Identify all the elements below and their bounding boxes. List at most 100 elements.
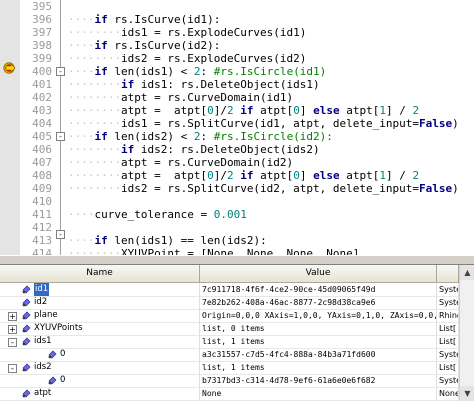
breakpoint-arrow-icon — [3, 62, 16, 74]
watch-name-cell: - ids1 — [0, 335, 200, 348]
watch-name-cell: id2 — [0, 296, 200, 309]
fold-toggle[interactable]: - — [56, 230, 65, 239]
watch-variable-icon — [22, 298, 31, 307]
code-line: ········ids2 = rs.ExplodeCurves(id2) — [68, 52, 307, 65]
vertical-scrollbar[interactable]: ▲ ▼ — [459, 265, 474, 401]
watch-name-cell: 0 — [0, 348, 200, 361]
watch-name: 0 — [60, 375, 66, 385]
fold-toggle[interactable]: - — [56, 132, 65, 141]
code-line: ········XYUVPoint = [None, None, None, N… — [68, 247, 360, 255]
line-number: 405 — [32, 130, 52, 143]
watch-name: ids2 — [34, 362, 52, 372]
watch-variable-icon — [22, 337, 31, 346]
line-number: 401 — [32, 78, 52, 91]
code-line: ····if len(ids1) < 2: #rs.IsCircle(id1) — [68, 65, 327, 78]
code-line: ····curve_tolerance = 0.001 — [68, 208, 247, 221]
column-header-name[interactable]: Name — [0, 265, 200, 282]
watch-type: Syste — [439, 283, 459, 296]
watch-variable-icon — [22, 285, 31, 294]
expand-toggle[interactable]: + — [8, 325, 17, 334]
watch-value: b7317bd3-c314-4d78-9ef6-61a6e0e6f682 — [200, 374, 437, 387]
watch-row[interactable]: + plane Origin=0,0,0 XAxis=1,0,0, YAxis=0,… — [0, 309, 474, 323]
code-line: ····if len(ids2) < 2: #rs.IsCircle(id2): — [68, 130, 333, 143]
line-number: 409 — [32, 182, 52, 195]
watch-value: list, 1 items — [200, 335, 437, 348]
watch-row[interactable]: atpt None None — [0, 387, 474, 401]
watch-name-cell: id1 — [0, 283, 200, 296]
expand-toggle[interactable]: - — [8, 364, 17, 373]
code-line: ········ids2 = rs.SplitCurve(id2, atpt, … — [68, 182, 459, 195]
watch-type: Syste — [439, 296, 459, 309]
line-number: 402 — [32, 91, 52, 104]
breakpoint-gutter[interactable] — [0, 0, 21, 255]
line-number: 406 — [32, 143, 52, 156]
line-number: 410 — [32, 195, 52, 208]
watch-name: atpt — [34, 388, 52, 398]
fold-margin: - - - — [55, 0, 65, 255]
line-number: 397 — [32, 26, 52, 39]
code-line: ········atpt = atpt[0]/2 if atpt[0] else… — [68, 104, 420, 117]
watch-variable-icon — [48, 350, 57, 359]
code-line: ········ids1 = rs.ExplodeCurves(id1) — [68, 26, 307, 39]
watch-value: 7e82b262-408a-46ac-8877-2c98d38ca9e6 — [200, 296, 437, 309]
fold-toggle[interactable]: - — [56, 67, 65, 76]
watch-row[interactable]: id1 7c911718-4f6f-4ce2-90ce-45d09065f49d S… — [0, 283, 474, 297]
watch-type: None — [439, 387, 459, 400]
code-line: ········if ids1: rs.DeleteObject(ids1) — [68, 78, 320, 91]
code-line: ········atpt = atpt[0]/2 if atpt[0] else… — [68, 169, 420, 182]
code-line: ········if ids2: rs.DeleteObject(ids2) — [68, 143, 320, 156]
line-number: 396 — [32, 13, 52, 26]
line-numbers: 395 396 397 398 399 400 401 402 403 404 … — [20, 0, 54, 255]
line-number: 404 — [32, 117, 52, 130]
fold-guide — [60, 0, 61, 255]
watch-row[interactable]: - ids2 list, 1 items List[ — [0, 361, 474, 375]
watch-type: List[ — [437, 361, 459, 374]
line-number: 403 — [32, 104, 52, 117]
watch-name: XYUVPoints — [34, 323, 83, 333]
line-number: 411 — [32, 208, 52, 221]
watch-value: a3c31557-c7d5-4fc4-888a-84b3a71fd600 — [200, 348, 437, 361]
line-number: 399 — [32, 52, 52, 65]
watch-type: List[ — [437, 335, 459, 348]
watch-name-cell: atpt — [0, 387, 200, 400]
column-header-value[interactable]: Value — [200, 265, 437, 282]
watch-name: 0 — [60, 349, 66, 359]
watch-variable-icon — [22, 389, 31, 398]
code-area[interactable]: ····if rs.IsCurve(id1): ········ids1 = r… — [68, 0, 474, 255]
watch-row[interactable]: id2 7e82b262-408a-46ac-8877-2c98d38ca9e6 S… — [0, 296, 474, 310]
scroll-up-icon[interactable]: ▲ — [460, 265, 474, 280]
watch-name-cell: 0 — [0, 374, 200, 387]
grid-header: Name Value — [0, 265, 474, 283]
expand-toggle[interactable]: + — [8, 312, 17, 321]
watch-name-cell: + plane — [0, 309, 200, 322]
watch-type: List[ — [437, 322, 459, 335]
watch-variable-icon — [22, 311, 31, 320]
watch-type: Syste — [439, 374, 459, 387]
code-line: ····if rs.IsCurve(id1): — [68, 13, 221, 26]
expand-toggle[interactable]: - — [8, 338, 17, 347]
watch-variable-icon — [22, 363, 31, 372]
line-number: 413 — [32, 234, 52, 247]
line-number: 408 — [32, 169, 52, 182]
scroll-down-icon[interactable]: ▼ — [460, 386, 474, 401]
watch-variable-icon — [22, 324, 31, 333]
watch-name-cell: + XYUVPoints — [0, 322, 200, 335]
watch-name-cell: - ids2 — [0, 361, 200, 374]
watch-name: id1 — [34, 283, 50, 296]
watch-name: id2 — [34, 297, 48, 307]
watch-value: list, 1 items — [200, 361, 437, 374]
watch-name: plane — [34, 310, 58, 320]
column-header-type[interactable] — [437, 265, 459, 282]
watch-grid[interactable]: Name Value id1 7c911718-4f6f-4ce2-90ce-45… — [0, 265, 474, 401]
watch-row[interactable]: 0 b7317bd3-c314-4d78-9ef6-61a6e0e6f682 Sys… — [0, 374, 474, 388]
line-number: 400 — [32, 65, 52, 78]
watch-row[interactable]: 0 a3c31557-c7d5-4fc4-888a-84b3a71fd600 Sys… — [0, 348, 474, 362]
line-number: 414 — [32, 247, 52, 255]
pane-splitter[interactable] — [0, 255, 474, 265]
code-line: ········atpt = rs.CurveDomain(id2) — [68, 156, 294, 169]
watch-row[interactable]: - ids1 list, 1 items List[ — [0, 335, 474, 349]
line-number: 395 — [32, 0, 52, 13]
watch-type: Rhino — [437, 309, 459, 322]
code-editor[interactable]: 395 396 397 398 399 400 401 402 403 404 … — [0, 0, 474, 255]
watch-row[interactable]: + XYUVPoints list, 0 items List[ — [0, 322, 474, 336]
